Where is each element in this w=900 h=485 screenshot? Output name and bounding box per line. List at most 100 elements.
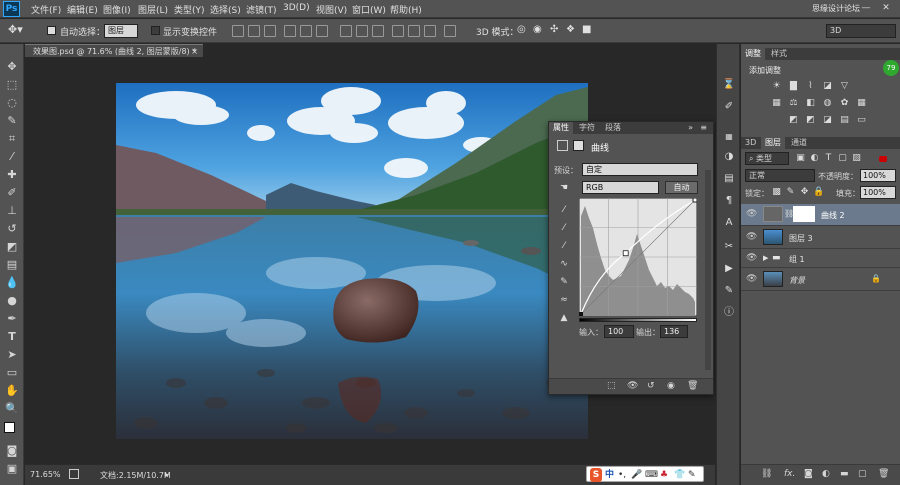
layer-row-group[interactable]: 👁 ▶ ▬ 组 1	[741, 250, 900, 268]
reset-icon[interactable]: ↺	[647, 381, 655, 391]
screen-mode-icon[interactable]: ▣	[5, 462, 19, 476]
layer-name[interactable]: 曲线 2	[821, 210, 845, 221]
measurement-icon[interactable]: ⓘ	[722, 306, 736, 320]
delete-layer-icon[interactable]: 🗑	[878, 469, 889, 479]
menu-layer[interactable]: 图层(L)	[138, 3, 168, 16]
layer-row-curves[interactable]: 👁 ⛓ 曲线 2	[741, 204, 900, 226]
tshirt-icon[interactable]: 👕	[674, 468, 685, 482]
keyboard-icon[interactable]: ⌨	[645, 468, 658, 482]
align-top-icon[interactable]	[232, 25, 244, 37]
layer-mask-thumbnail[interactable]	[793, 206, 815, 222]
eyedropper-tool-icon[interactable]: ⁄	[5, 150, 19, 164]
add-mask-icon[interactable]: ◙	[804, 469, 813, 479]
tab-paragraph[interactable]: 段落	[601, 122, 625, 134]
filter-shape-icon[interactable]: ▢	[837, 153, 848, 164]
tool-presets-icon[interactable]: ✂	[722, 240, 736, 254]
sogou-logo-icon[interactable]: S	[590, 468, 602, 482]
pencil-draw-icon[interactable]: ✎	[558, 276, 570, 288]
levels-icon[interactable]: ▇	[788, 81, 799, 92]
photo-filter-icon[interactable]: ◍	[822, 98, 833, 109]
menu-filter[interactable]: 滤镜(T)	[246, 3, 277, 16]
layer-mask-icon[interactable]	[573, 140, 584, 151]
quick-mask-icon[interactable]: ◙	[5, 444, 19, 458]
clip-to-layer-icon[interactable]: ⬚	[607, 381, 616, 391]
actions-icon[interactable]: ▶	[722, 262, 736, 276]
crop-tool-icon[interactable]: ⌗	[5, 132, 19, 146]
channel-mixer-icon[interactable]: ✿	[839, 98, 850, 109]
auto-select-dropdown[interactable]: 图层	[104, 24, 138, 38]
selective-color-icon[interactable]: ▤	[839, 115, 850, 126]
exposure-icon[interactable]: ◪	[822, 81, 833, 92]
delete-adjustment-icon[interactable]: 🗑	[687, 381, 698, 391]
type-tool-icon[interactable]: T	[5, 330, 19, 344]
shape-tool-icon[interactable]: ▭	[5, 366, 19, 380]
filter-adjustment-icon[interactable]: ◐	[809, 153, 820, 164]
pan-3d-icon[interactable]: ✣	[550, 24, 558, 35]
auto-align-icon[interactable]	[444, 25, 456, 37]
tab-channels[interactable]: 通道	[787, 137, 811, 149]
tools-icon[interactable]: ✎	[688, 468, 696, 482]
orbit-3d-icon[interactable]: ◎	[517, 24, 526, 35]
hand-adjust-icon[interactable]: ☚	[558, 182, 570, 194]
filter-type-icon[interactable]: T	[823, 153, 834, 164]
visibility-eye-icon[interactable]: 👁	[746, 232, 757, 242]
align-vcenter-icon[interactable]	[248, 25, 260, 37]
auto-select-checkbox[interactable]	[47, 26, 56, 35]
vibrance-icon[interactable]: ▽	[839, 81, 850, 92]
tab-styles[interactable]: 样式	[767, 48, 791, 60]
workspace-dropdown[interactable]: 3D	[826, 24, 896, 38]
close-button[interactable]: ✕	[880, 2, 892, 14]
invert-icon[interactable]: ◩	[788, 115, 799, 126]
output-field[interactable]: 136	[660, 325, 688, 338]
document-tab[interactable]: 效果图.psd @ 71.6% (曲线 2, 图层蒙版/8) * ×	[25, 44, 203, 57]
white-point-eyedropper-icon[interactable]: ⁄	[558, 240, 570, 252]
fill-field[interactable]: 100%	[860, 186, 896, 199]
gradient-map-icon[interactable]: ▭	[856, 115, 867, 126]
layer-name[interactable]: 组 1	[789, 254, 805, 265]
align-hcenter-icon[interactable]	[300, 25, 312, 37]
skin-icon[interactable]: ♣	[660, 468, 668, 482]
align-bottom-icon[interactable]	[264, 25, 276, 37]
menu-file[interactable]: 文件(F)	[31, 3, 61, 16]
align-left-icon[interactable]	[284, 25, 296, 37]
distribute-hcenter-icon[interactable]	[408, 25, 420, 37]
history-brush-icon[interactable]: ↺	[5, 222, 19, 236]
view-previous-icon[interactable]: 👁	[627, 381, 638, 391]
channel-dropdown[interactable]: RGB	[582, 181, 659, 194]
distribute-bottom-icon[interactable]	[372, 25, 384, 37]
marquee-tool-icon[interactable]: ⬚	[5, 78, 19, 92]
tab-3d[interactable]: 3D	[741, 137, 760, 149]
gradient-tool-icon[interactable]: ▤	[5, 258, 19, 272]
layer-name[interactable]: 图层 3	[789, 233, 813, 244]
layer-name[interactable]: 背景	[789, 275, 805, 286]
gray-point-eyedropper-icon[interactable]: ⁄	[558, 222, 570, 234]
distribute-left-icon[interactable]	[392, 25, 404, 37]
zoom-level[interactable]: 71.65%	[30, 470, 61, 479]
menu-type[interactable]: 类型(Y)	[174, 3, 205, 16]
fx-icon[interactable]: fx.	[784, 469, 795, 479]
punctuation-icon[interactable]: •,	[618, 468, 626, 482]
threshold-icon[interactable]: ◪	[822, 115, 833, 126]
properties-scrollbar[interactable]	[705, 170, 711, 370]
black-white-icon[interactable]: ◧	[805, 98, 816, 109]
color-icon[interactable]: ◑	[722, 150, 736, 164]
curves-graph[interactable]	[579, 198, 697, 316]
layer-row-background[interactable]: 👁 背景 🔒	[741, 269, 900, 291]
lock-pixels-icon[interactable]: ✎	[785, 187, 796, 198]
toggle-visibility-icon[interactable]: ◉	[667, 381, 675, 391]
tab-properties[interactable]: 属性	[549, 122, 573, 134]
path-select-tool-icon[interactable]: ➤	[5, 348, 19, 362]
slide-3d-icon[interactable]: ❖	[566, 24, 575, 35]
tab-character[interactable]: 字符	[575, 122, 599, 134]
opacity-field[interactable]: 100%	[860, 169, 896, 182]
character-icon[interactable]: A	[722, 216, 736, 230]
brightness-icon[interactable]: ☀	[771, 81, 782, 92]
distribute-top-icon[interactable]	[340, 25, 352, 37]
microphone-icon[interactable]: 🎤	[631, 468, 642, 482]
curve-control-point[interactable]	[622, 250, 629, 257]
menu-select[interactable]: 选择(S)	[210, 3, 241, 16]
quick-select-tool-icon[interactable]: ✎	[5, 114, 19, 128]
menu-edit[interactable]: 编辑(E)	[67, 3, 98, 16]
pen-tool-icon[interactable]: ✒	[5, 312, 19, 326]
input-field[interactable]: 100	[604, 325, 634, 338]
